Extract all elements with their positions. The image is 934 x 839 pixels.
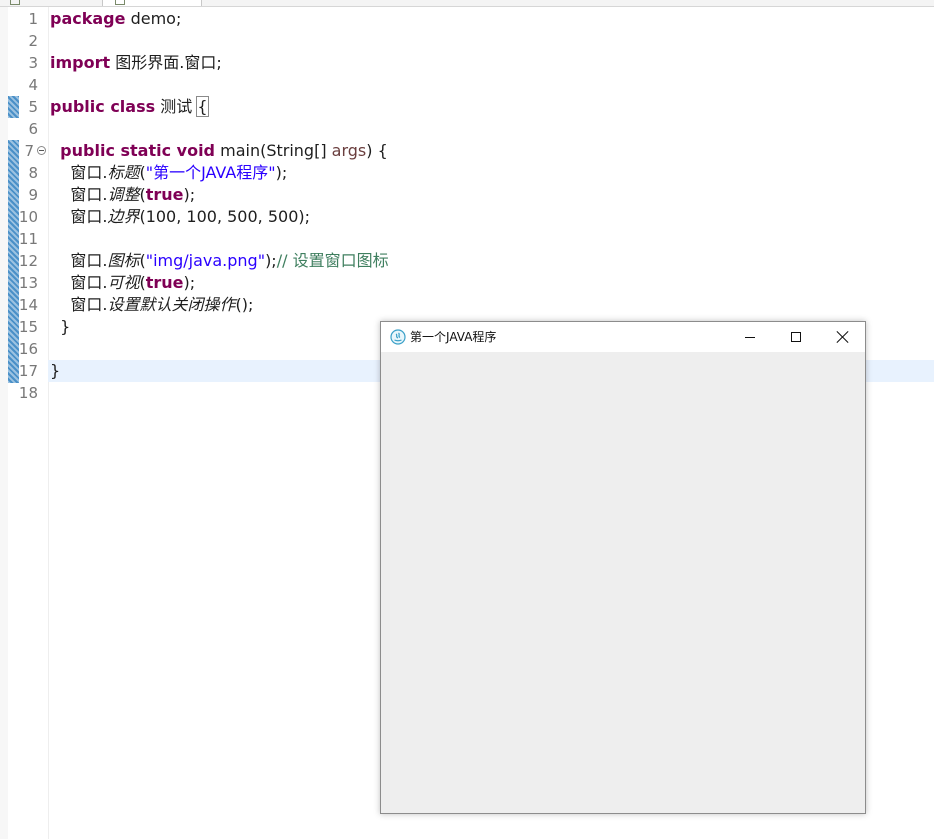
- code-text: ) {: [366, 141, 388, 160]
- code-text: );: [183, 273, 196, 292]
- method-call: 可视: [107, 273, 140, 292]
- method-call: 调整: [107, 185, 140, 204]
- collapse-icon[interactable]: [37, 146, 46, 155]
- code-text: );: [183, 185, 196, 204]
- window-title-bar[interactable]: 第一个JAVA程序: [381, 322, 865, 352]
- line-number: 9: [28, 186, 38, 204]
- string-literal: "img/java.png": [145, 251, 266, 270]
- class-name: 测试: [155, 97, 198, 116]
- code-line: 11: [0, 228, 934, 250]
- code-text: 窗口.: [50, 251, 108, 270]
- code-text: (100, 100, 500, 500);: [139, 207, 310, 226]
- line-number: 13: [18, 274, 38, 292]
- code-line: 12 窗口.图标("img/java.png");// 设置窗口图标: [0, 250, 934, 272]
- code-line: 8 窗口.标题("第一个JAVA程序");: [0, 162, 934, 184]
- minimize-button[interactable]: [727, 322, 773, 352]
- line-number: 14: [18, 296, 38, 314]
- line-number: 1: [28, 10, 38, 28]
- keyword: public class: [50, 97, 156, 116]
- code-text: }: [50, 317, 71, 336]
- line-number: 12: [18, 252, 38, 270]
- code-line: 13 窗口.可视(true);: [0, 272, 934, 294]
- line-number: 18: [18, 384, 38, 402]
- window-content-area: [381, 352, 865, 813]
- line-number: 2: [28, 32, 38, 50]
- code-text: main(String[]: [215, 141, 332, 160]
- method-call: 标题: [107, 163, 140, 182]
- code-text: 图形界面.窗口;: [110, 53, 222, 72]
- line-number: 17: [18, 362, 38, 380]
- app-window[interactable]: 第一个JAVA程序: [380, 321, 866, 814]
- keyword: true: [145, 273, 184, 292]
- code-line: 2: [0, 30, 934, 52]
- window-title: 第一个JAVA程序: [410, 330, 497, 344]
- code-line: 4: [0, 74, 934, 96]
- code-line: 5 public class 测试 {: [0, 96, 934, 118]
- keyword: public static void: [60, 141, 216, 160]
- line-number: 7: [24, 142, 34, 160]
- parameter: args: [331, 141, 367, 160]
- code-line: 9 窗口.调整(true);: [0, 184, 934, 206]
- code-line: 1 package demo;: [0, 8, 934, 30]
- keyword: true: [145, 185, 184, 204]
- maximize-button[interactable]: [773, 322, 819, 352]
- code-text: 窗口.: [50, 273, 108, 292]
- keyword: package: [50, 9, 126, 28]
- code-text: 窗口.: [50, 185, 108, 204]
- comment: // 设置窗口图标: [276, 251, 389, 270]
- method-call: 图标: [107, 251, 140, 270]
- line-number: 10: [18, 208, 38, 226]
- close-icon: [835, 330, 849, 344]
- java-file-icon: [115, 0, 125, 5]
- matching-bracket: {: [196, 96, 209, 117]
- code-text: }: [50, 361, 61, 380]
- code-line: 3 import 图形界面.窗口;: [0, 52, 934, 74]
- close-button[interactable]: [819, 322, 865, 352]
- code-text: );: [265, 251, 277, 270]
- editor-tab[interactable]: [0, 0, 100, 6]
- code-line: 10 窗口.边界(100, 100, 500, 500);: [0, 206, 934, 228]
- method-call: 边界: [107, 207, 140, 226]
- string-literal: "第一个JAVA程序": [145, 163, 276, 182]
- code-line: 6: [0, 118, 934, 140]
- editor-tab-active[interactable]: [102, 0, 202, 6]
- code-text: );: [275, 163, 288, 182]
- code-text: 窗口.: [50, 295, 108, 314]
- code-text: ();: [235, 295, 254, 314]
- java-file-icon: [10, 0, 20, 5]
- code-text: 窗口.: [50, 207, 108, 226]
- line-number: 16: [18, 340, 38, 358]
- line-number: 6: [28, 120, 38, 138]
- line-number: 5: [28, 98, 38, 116]
- line-number: 15: [18, 318, 38, 336]
- method-call: 设置默认关闭操作: [107, 295, 236, 314]
- minimize-icon: [745, 337, 755, 338]
- maximize-icon: [791, 332, 801, 342]
- code-line: 14 窗口.设置默认关闭操作();: [0, 294, 934, 316]
- line-number: 4: [28, 76, 38, 94]
- java-app-icon: [390, 329, 406, 349]
- code-line: 7 public static void main(String[] args)…: [0, 140, 934, 162]
- keyword: import: [50, 53, 111, 72]
- line-number: 11: [18, 230, 38, 248]
- editor-tab-strip: [0, 0, 934, 7]
- line-number: 3: [28, 54, 38, 72]
- line-number: 8: [28, 164, 38, 182]
- code-text: demo;: [125, 9, 182, 28]
- code-text: 窗口.: [50, 163, 108, 182]
